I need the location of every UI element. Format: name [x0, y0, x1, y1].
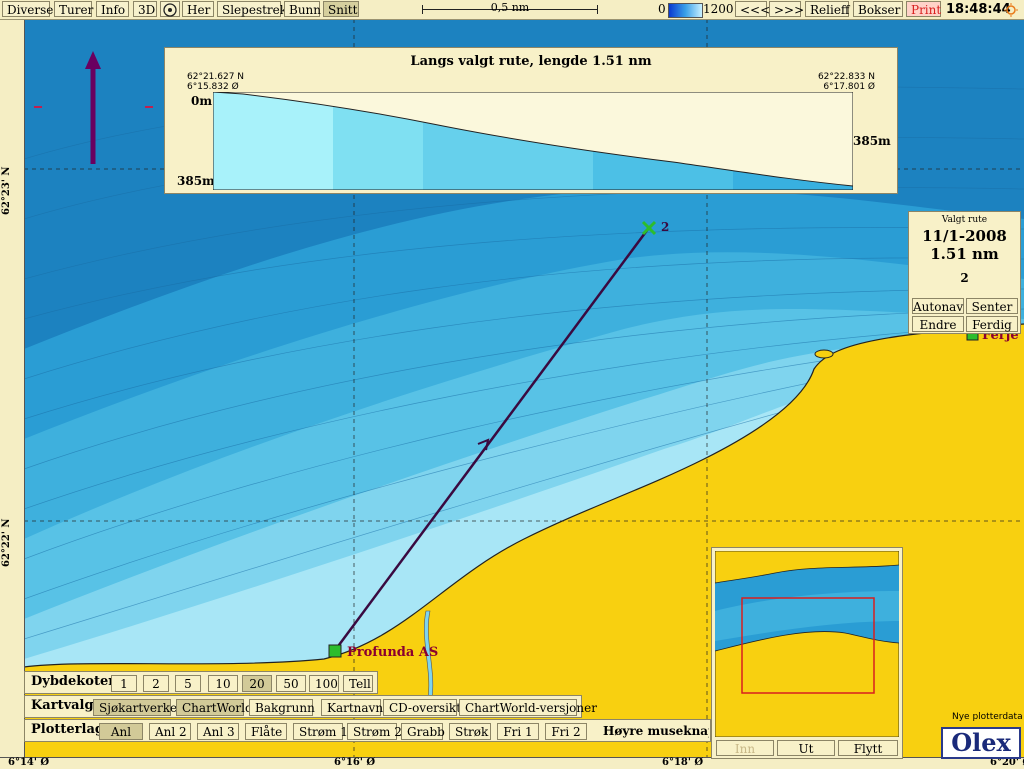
- place-label: Profunda AS: [347, 645, 439, 660]
- minimap-image: [715, 551, 899, 737]
- prev-button[interactable]: <<<: [735, 1, 770, 17]
- sun-icon[interactable]: [1004, 3, 1018, 17]
- zoom-in-button[interactable]: Inn: [716, 740, 774, 756]
- tell-button[interactable]: Tell: [343, 675, 373, 692]
- kart-bakgrunn[interactable]: Bakgrunn: [249, 699, 315, 716]
- plot-strok[interactable]: Strøk: [449, 723, 491, 740]
- menu-info[interactable]: Info: [96, 1, 129, 17]
- end-coords: 62°22.833 N 6°17.801 Ø: [818, 72, 875, 92]
- dybdekoter-label: Dybdekoter: [31, 674, 116, 689]
- menu-diverse[interactable]: Diverse: [2, 1, 53, 17]
- clock: 18:48:44: [946, 2, 1011, 17]
- zoom-out-button[interactable]: Ut: [777, 740, 835, 756]
- depth-contour-10[interactable]: 10: [208, 675, 238, 692]
- depth-profile-panel: Langs valgt rute, lengde 1.51 nm 62°21.6…: [164, 47, 898, 194]
- latitude-scale: 62°23' N 62°22' N: [0, 19, 25, 759]
- autonav-button[interactable]: Autonav: [912, 298, 964, 314]
- plot-anl[interactable]: Anl: [99, 723, 143, 740]
- dybdekoter-panel: Dybdekoter 1 2 5 10 20 50 100 Tell: [24, 671, 378, 694]
- plot-fri-1[interactable]: Fri 1: [497, 723, 539, 740]
- scale-bar: 0,5 nm: [422, 1, 598, 17]
- depth-contour-100[interactable]: 100: [309, 675, 339, 692]
- depth-contour-1[interactable]: 1: [111, 675, 137, 692]
- depth-contour-20[interactable]: 20: [242, 675, 272, 692]
- overview-minimap[interactable]: Inn Ut Flytt: [711, 547, 903, 759]
- olex-logo: Olex: [941, 727, 1021, 759]
- profile-title: Langs valgt rute, lengde 1.51 nm: [410, 54, 652, 69]
- depth-bottom-label: 385m: [177, 174, 215, 188]
- route-waypoint: 2: [960, 271, 969, 285]
- lon-label: 6°14' Ø: [8, 757, 50, 768]
- lon-label: 6°16' Ø: [334, 757, 376, 768]
- kart-chartworld-versjoner[interactable]: ChartWorld-versjoner: [459, 699, 597, 716]
- print-button[interactable]: Print: [906, 1, 941, 17]
- depth-min: 0: [658, 2, 666, 16]
- start-lon: 6°15.832 Ø: [187, 82, 239, 92]
- plot-strom-2[interactable]: Strøm 2: [347, 723, 402, 740]
- kart-sjokartverket[interactable]: Sjøkartverket: [93, 699, 182, 716]
- route-panel: Valgt rute 11/1-2008 1.51 nm 2 Autonav S…: [908, 211, 1021, 334]
- menu-turer[interactable]: Turer: [54, 1, 93, 17]
- depth-color-bar: [668, 3, 703, 18]
- kart-chartworld[interactable]: ChartWorld: [176, 699, 253, 716]
- kartvalg-panel: Kartvalg Sjøkartverket ChartWorld Bakgru…: [24, 695, 597, 718]
- route-length: 1.51 nm: [930, 245, 999, 263]
- senter-button[interactable]: Senter: [966, 298, 1018, 314]
- plotterlag-label: Plotterlag: [31, 722, 104, 737]
- nye-plotterdata: Nye plotterdata: [952, 712, 1023, 722]
- depth-top-label: 0m: [191, 94, 213, 108]
- relieff-button[interactable]: Relieff: [805, 1, 849, 17]
- start-lat: 62°21.627 N: [187, 72, 245, 82]
- menu-3d[interactable]: 3D: [133, 1, 157, 17]
- target-icon[interactable]: [160, 1, 180, 17]
- ferdig-button[interactable]: Ferdig: [966, 316, 1018, 332]
- kart-cd-oversikt[interactable]: CD-oversikt: [383, 699, 461, 716]
- move-button[interactable]: Flytt: [838, 740, 898, 756]
- start-coords: 62°21.627 N 6°15.832 Ø: [187, 72, 244, 92]
- her-button[interactable]: Her: [182, 1, 214, 17]
- start-marker: [328, 644, 342, 658]
- depth-contour-50[interactable]: 50: [276, 675, 306, 692]
- end-lon: 6°17.801 Ø: [823, 82, 875, 92]
- waypoint-label: 2: [661, 220, 670, 234]
- depth-contour-5[interactable]: 5: [175, 675, 201, 692]
- lon-label: 6°18' Ø: [662, 757, 704, 768]
- plot-anl-2[interactable]: Anl 2: [149, 723, 191, 740]
- kartvalg-label: Kartvalg: [31, 698, 94, 713]
- top-toolbar: Diverse Turer Info 3D Her Slepestrek Bun…: [0, 0, 1024, 20]
- plot-strom-1[interactable]: Strøm 1: [293, 723, 348, 740]
- slepestrek-button[interactable]: Slepestrek: [217, 1, 287, 17]
- kart-kartnavn[interactable]: Kartnavn: [321, 699, 383, 716]
- lat-label: 62°22' N: [1, 518, 12, 567]
- route-date: 11/1-2008: [922, 227, 1007, 245]
- profile-graph: [213, 92, 853, 190]
- scale-label: 0,5 nm: [490, 1, 530, 14]
- lat-label: 62°23' N: [1, 166, 12, 215]
- endre-button[interactable]: Endre: [912, 316, 964, 332]
- plot-anl-3[interactable]: Anl 3: [197, 723, 239, 740]
- plotterlag-panel: Plotterlag Anl Anl 2 Anl 3 Flåte Strøm 1…: [24, 719, 711, 742]
- plot-flate[interactable]: Flåte: [245, 723, 287, 740]
- bunn-button[interactable]: Bunn: [284, 1, 321, 17]
- next-button[interactable]: >>>: [769, 1, 804, 17]
- snitt-button[interactable]: Snitt: [323, 1, 359, 17]
- plot-grabb[interactable]: Grabb: [401, 723, 445, 740]
- mouse-hint: Høyre museknapp: [603, 724, 709, 738]
- bokser-button[interactable]: Bokser: [853, 1, 903, 17]
- plot-fri-2[interactable]: Fri 2: [545, 723, 587, 740]
- depth-max: 1200: [703, 2, 734, 16]
- end-lat: 62°22.833 N: [817, 72, 875, 82]
- depth-right-label: 385m: [853, 134, 891, 148]
- route-heading: Valgt rute: [941, 215, 988, 225]
- depth-contour-2[interactable]: 2: [143, 675, 169, 692]
